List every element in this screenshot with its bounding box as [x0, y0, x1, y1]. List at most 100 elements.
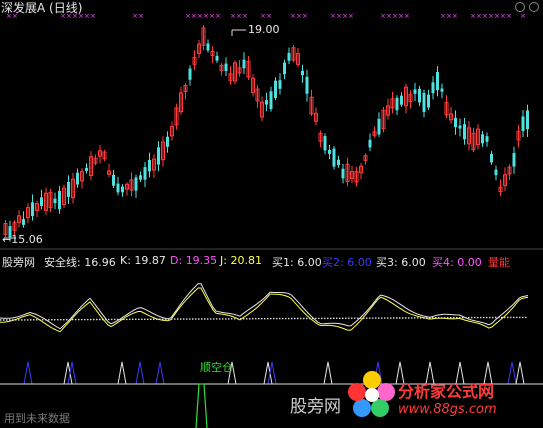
- minimize-icon[interactable]: [515, 2, 525, 12]
- candle: [341, 163, 345, 184]
- signal-triangle: [155, 361, 165, 385]
- candle: [237, 60, 242, 77]
- candle: [188, 65, 192, 86]
- logo-text: 分析家公式网: [398, 382, 495, 401]
- candle: [309, 89, 314, 116]
- candle: [377, 112, 381, 137]
- high-price-label: 19.00: [248, 23, 280, 36]
- candle: [283, 59, 286, 80]
- flat-position-signal: [195, 383, 208, 428]
- signal-triangle: [267, 361, 277, 385]
- legend-d: D: 19.35: [170, 254, 218, 267]
- candle: [260, 96, 264, 122]
- candle: [454, 110, 457, 135]
- signal-mark: ×: [236, 12, 242, 20]
- candle: [337, 155, 340, 168]
- candle: [93, 154, 98, 166]
- candle: [148, 152, 151, 178]
- candle: [102, 149, 107, 162]
- signal-mark: ×: [398, 12, 404, 20]
- candle: [368, 133, 372, 152]
- signal-mark: ×: [138, 12, 144, 20]
- legend-buy1: 买1: 6.00: [272, 256, 322, 269]
- candle: [512, 146, 516, 174]
- candle: [67, 175, 70, 205]
- signal-mark: ×: [494, 12, 500, 20]
- candle: [125, 182, 129, 196]
- candle: [129, 172, 134, 197]
- candle: [287, 47, 291, 65]
- chart-title: 深发展A (日线): [1, 1, 83, 15]
- signal-mark: ×: [215, 12, 221, 20]
- candle: [408, 90, 413, 109]
- candle: [107, 163, 111, 178]
- signal-mark: ×: [132, 12, 138, 20]
- candle: [197, 39, 201, 58]
- candle: [228, 66, 233, 85]
- signal-mark: ×: [90, 12, 96, 20]
- candle: [481, 130, 484, 147]
- legend-buy4: 买4: 0.00: [432, 256, 482, 269]
- candle: [152, 154, 156, 178]
- signal-mark: ×: [392, 12, 398, 20]
- candle: [89, 151, 93, 181]
- candle: [192, 50, 197, 70]
- candle: [440, 83, 444, 99]
- candle: [400, 92, 403, 107]
- signal-mark: ×: [230, 12, 236, 20]
- signal-mark: ×: [260, 12, 266, 20]
- candle: [246, 55, 251, 80]
- candle: [174, 103, 179, 130]
- candle: [201, 25, 206, 51]
- candle: [71, 172, 75, 204]
- signal-mark: ×: [440, 12, 446, 20]
- candle: [139, 171, 142, 182]
- legend-buy3: 买3: 6.00: [376, 256, 426, 269]
- candle: [143, 161, 147, 188]
- candle: [76, 168, 79, 188]
- legend-k: K: 19.87: [120, 254, 166, 267]
- candle: [40, 189, 43, 210]
- candlestick-chart[interactable]: × × × × × × × × × × × × × × × × × × × × × × × × × × × × × × × × × × × × × × × ×…: [0, 0, 543, 428]
- signal-mark: ×: [330, 12, 336, 20]
- signal-mark: ×: [203, 12, 209, 20]
- signal-mark: ×: [191, 12, 197, 20]
- candle: [85, 163, 88, 174]
- candle: [498, 179, 503, 196]
- signal-mark: ×: [386, 12, 392, 20]
- candle: [44, 187, 48, 215]
- candle: [494, 165, 498, 181]
- low-price-label: ←15.06: [2, 233, 43, 246]
- signal-mark: ×: [520, 12, 526, 20]
- signal-mark: ×: [342, 12, 348, 20]
- candle: [485, 132, 489, 147]
- legend-buy2: 买2: 6.00: [322, 256, 372, 269]
- watermark-note: 用到未来数据: [4, 412, 70, 425]
- candles: [3, 25, 529, 242]
- candle: [467, 120, 471, 151]
- candle: [354, 166, 359, 187]
- candle: [31, 194, 34, 221]
- candle: [98, 144, 102, 164]
- candle: [458, 118, 462, 137]
- candle: [210, 46, 215, 63]
- candle: [332, 146, 336, 170]
- candle: [112, 169, 115, 189]
- candle: [251, 74, 255, 97]
- candle: [318, 130, 323, 148]
- candle: [350, 165, 354, 184]
- candle: [296, 47, 300, 68]
- candle: [274, 77, 277, 101]
- signal-mark: ×: [290, 12, 296, 20]
- signal-mark: ×: [348, 12, 354, 20]
- candle: [427, 89, 430, 110]
- candle: [233, 60, 237, 85]
- signal-mark: ×: [500, 12, 506, 20]
- signal-mark: ×: [446, 12, 452, 20]
- signal-mark: ×: [185, 12, 191, 20]
- candle: [157, 141, 160, 172]
- chart-window[interactable]: × × × × × × × × × × × × × × × × × × × × × × × × × × × × × × × × × × × × × × × ×…: [0, 0, 543, 428]
- close-icon[interactable]: [529, 2, 539, 12]
- candle: [305, 69, 309, 102]
- k-line: [0, 283, 529, 330]
